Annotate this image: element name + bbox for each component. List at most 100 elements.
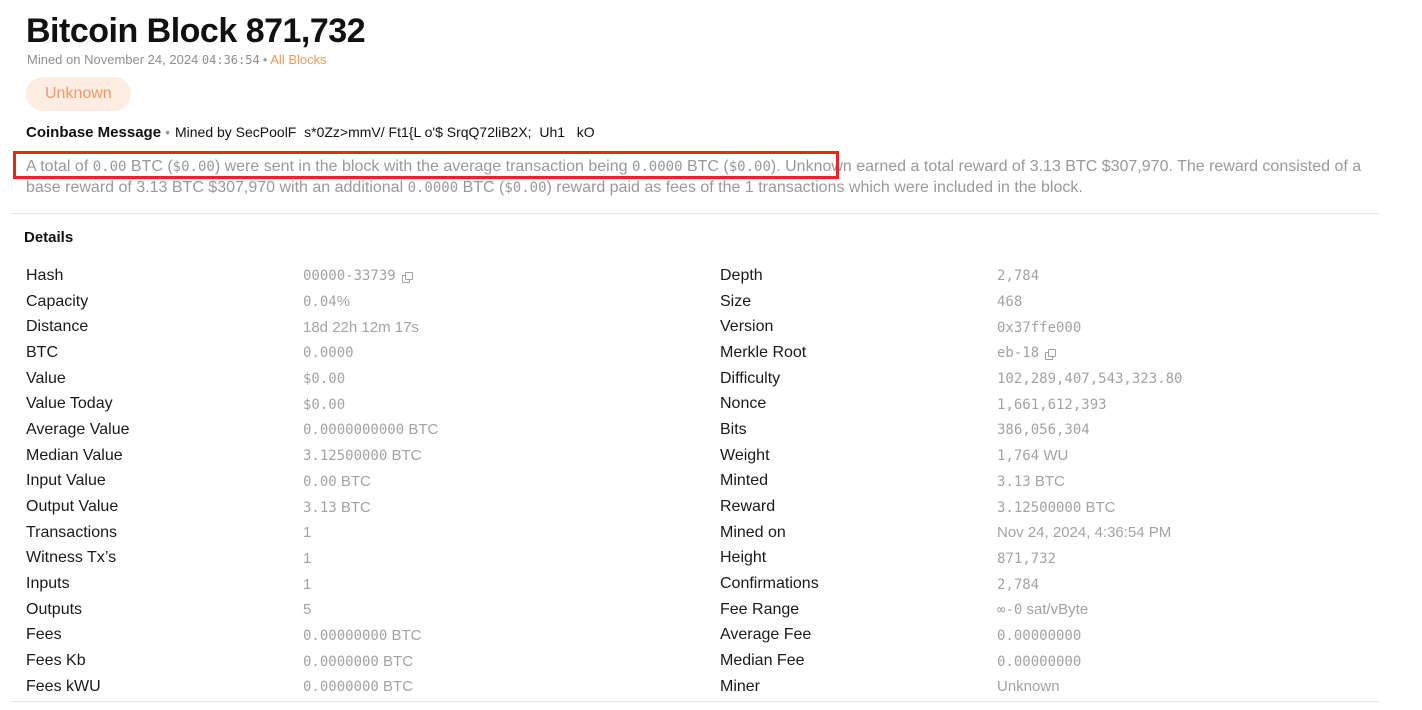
detail-key: Median Value [26, 446, 123, 464]
detail-value-number: 3.12500000 [997, 499, 1082, 516]
detail-row-height: Height 871,732 [720, 546, 1182, 572]
detail-value-number: $0.00 [303, 371, 346, 388]
details-heading: Details [24, 229, 74, 246]
detail-value: 1,661,612,393 [997, 396, 1107, 413]
detail-value: Nov 24, 2024, 4:36:54 PM [997, 524, 1171, 541]
detail-row-median-fee: Median Fee 0.00000000 [720, 648, 1182, 674]
detail-key: Output Value [26, 498, 119, 516]
detail-value: 871,732 [997, 550, 1056, 567]
detail-key: Merkle Root [720, 343, 807, 361]
detail-value: 0.0000000 BTC [303, 678, 413, 695]
summary-text: BTC ( [682, 158, 729, 175]
detail-key: Average Value [26, 420, 130, 438]
mined-on-line: Mined on November 24, 2024 04:36:54 • All … [27, 51, 327, 69]
detail-value-number: 102,289,407,543,323.80 [997, 371, 1183, 388]
detail-value-text: BTC [1030, 472, 1065, 490]
detail-value-number: 2,784 [997, 268, 1040, 285]
detail-value-text: 1 [303, 575, 312, 593]
mined-on-time: 04:36:54 [201, 53, 260, 67]
detail-value-number: 0.0000000000 [303, 422, 405, 439]
detail-row-version: Version 0x37ffe000 [720, 314, 1182, 340]
detail-row-transactions: Transactions 1 [26, 520, 438, 546]
detail-row-nonce: Nonce 1,661,612,393 [720, 391, 1182, 417]
copy-icon[interactable] [401, 271, 413, 283]
detail-value: 1 [303, 550, 311, 567]
detail-row-difficulty: Difficulty 102,289,407,543,323.80 [720, 366, 1182, 392]
summary-total-btc: 0.00 [92, 159, 127, 175]
detail-key: Input Value [26, 472, 106, 490]
detail-row-btc: BTC 0.0000 [26, 340, 438, 366]
summary-avg-btc: 0.0000 [631, 159, 683, 175]
detail-key: Transactions [26, 523, 117, 541]
detail-row-value-today: Value Today $0.00 [26, 391, 438, 417]
summary-text: BTC ( [458, 178, 505, 196]
detail-value: 3.12500000 BTC [303, 447, 421, 464]
coinbase-text: Mined by SecPoolF s*0Zz>mmV/ Ft1{L o'$ S… [174, 124, 595, 140]
detail-value: 0.00 BTC [303, 473, 371, 490]
detail-value: 0.0000000 BTC [303, 653, 413, 670]
detail-key: Fees kWU [26, 677, 101, 695]
detail-key: Median Fee [720, 652, 805, 670]
detail-value-text: BTC [1081, 498, 1116, 516]
detail-value: ∞-0 sat/vByte [997, 601, 1088, 618]
summary-fee-usd: $0.00 [504, 179, 547, 196]
detail-value-text: BTC [387, 626, 422, 644]
detail-value: 468 [997, 293, 1022, 310]
detail-value: Unknown [997, 678, 1060, 695]
detail-key: Weight [720, 446, 770, 464]
divider [11, 701, 1379, 702]
detail-value: 0.00000000 BTC [303, 627, 421, 644]
detail-value-number: 0.04 [303, 294, 337, 311]
detail-value-text: BTC [378, 678, 414, 696]
detail-row-mined-on: Mined on Nov 24, 2024, 4:36:54 PM [720, 520, 1182, 546]
miner-badge[interactable]: Unknown [26, 77, 131, 111]
detail-key: Bits [720, 420, 747, 438]
detail-value-text: % [336, 293, 351, 311]
detail-row-capacity: Capacity 0.04% [26, 289, 438, 315]
detail-value: $0.00 [303, 396, 345, 413]
detail-value-number: 0.0000000 [303, 653, 379, 670]
detail-value-text: Unknown [997, 678, 1060, 696]
detail-row-value: Value $0.00 [26, 366, 438, 392]
detail-value-text: 18d 22h 12m 17s [303, 318, 419, 336]
all-blocks-link[interactable]: All Blocks [270, 52, 326, 67]
detail-row-inputs: Inputs 1 [26, 571, 438, 597]
detail-value-text: Nov 24, 2024, 4:36:54 PM [997, 524, 1172, 542]
detail-value: 0.0000 [303, 344, 354, 361]
detail-key: BTC [26, 343, 58, 361]
block-page: Bitcoin Block 871,732 Mined on November … [0, 0, 1422, 710]
detail-value-number: 871,732 [997, 550, 1057, 567]
detail-value-text: WU [1039, 447, 1069, 465]
details-right-column: Depth 2,784 Size 468 Version 0x37ffe000 Merkle… [720, 263, 1182, 700]
detail-value-number: 0.0000 [303, 345, 354, 362]
detail-row-depth: Depth 2,784 [720, 263, 1182, 289]
detail-key: Confirmations [720, 575, 819, 593]
detail-row-fees: Fees 0.00000000 BTC [26, 623, 438, 649]
detail-key: Hash [26, 266, 64, 284]
detail-value: 0.00000000 [997, 627, 1081, 644]
detail-row-bits: Bits 386,056,304 [720, 417, 1182, 443]
copy-icon[interactable] [1045, 348, 1057, 360]
detail-key: Fees [26, 626, 62, 644]
detail-value-number: 0x37ffe000 [997, 319, 1082, 336]
detail-value: 1,764 WU [997, 447, 1068, 464]
detail-key: Outputs [26, 600, 83, 618]
detail-row-fee-range: Fee Range ∞-0 sat/vByte [720, 597, 1182, 623]
detail-key: Capacity [26, 292, 89, 310]
detail-value-text: 1 [303, 524, 312, 542]
detail-value-number: 1,661,612,393 [997, 396, 1107, 413]
detail-row-average-value: Average Value 0.0000000000 BTC [26, 417, 438, 443]
block-summary: A total of 0.00 BTC ($0.00) were sent in… [26, 157, 1386, 198]
detail-key: Reward [720, 498, 776, 516]
detail-value: 1 [303, 576, 311, 593]
detail-value-number: 0.00 [303, 473, 337, 490]
detail-row-confirmations: Confirmations 2,784 [720, 571, 1182, 597]
detail-value-text: BTC [336, 498, 371, 516]
summary-text: BTC ( [126, 158, 173, 175]
block-number: 871,732 [245, 12, 366, 50]
detail-row-fees-kb: Fees Kb 0.0000000 BTC [26, 648, 438, 674]
detail-value: 0.0000000000 BTC [303, 421, 438, 438]
detail-key: Version [720, 318, 774, 336]
detail-row-reward: Reward 3.12500000 BTC [720, 494, 1182, 520]
detail-value: eb-18 [997, 344, 1057, 361]
